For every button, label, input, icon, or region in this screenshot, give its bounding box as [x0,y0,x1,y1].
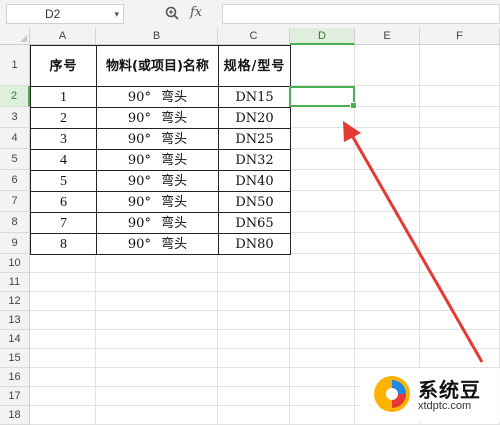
watermark: 系统豆 xtdptc.com [360,368,500,422]
watermark-title: 系统豆 [418,378,481,402]
logo-icon [374,376,410,412]
watermark-url: xtdptc.com [418,400,472,412]
annotation-arrow [343,121,484,363]
